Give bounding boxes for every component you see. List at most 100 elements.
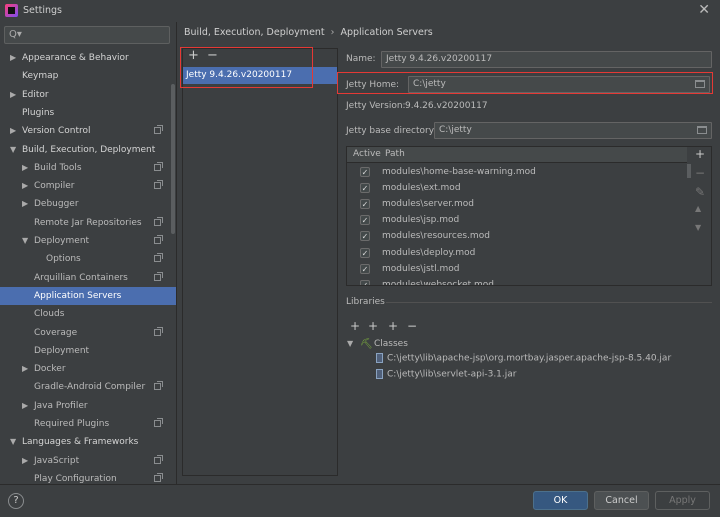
- sidebar-item[interactable]: Coverage: [0, 324, 176, 342]
- sidebar-item[interactable]: Keymap: [0, 67, 176, 85]
- module-path: modules\jstl.mod: [382, 263, 460, 274]
- sidebar-scrollbar[interactable]: [171, 84, 175, 234]
- chevron-right-icon[interactable]: ▶: [22, 452, 28, 470]
- close-icon[interactable]: ✕: [698, 2, 710, 18]
- settings-search-input[interactable]: Q▾: [4, 26, 170, 44]
- active-checkbox[interactable]: ✓: [360, 167, 370, 177]
- sidebar-item[interactable]: ▶ Build Tools: [0, 159, 176, 177]
- add-native-button[interactable]: +: [388, 319, 398, 333]
- sidebar-item[interactable]: Required Plugins: [0, 415, 176, 433]
- table-row[interactable]: ✓ modules\jstl.mod: [347, 261, 687, 277]
- chevron-right-icon[interactable]: ▶: [22, 397, 28, 415]
- modules-side-toolbar: + − ✎ ▲ ▼: [687, 147, 711, 285]
- sidebar-item[interactable]: ▶ Docker: [0, 360, 176, 378]
- folder-browse-icon[interactable]: [697, 126, 707, 134]
- table-row[interactable]: ✓ modules\home-base-warning.mod: [347, 164, 687, 180]
- active-checkbox[interactable]: ✓: [360, 215, 370, 226]
- sidebar-item-label: Clouds: [34, 309, 65, 320]
- sidebar-item[interactable]: Clouds: [0, 305, 176, 323]
- sidebar-item[interactable]: ▶ Editor: [0, 86, 176, 104]
- sidebar-item[interactable]: Plugins: [0, 104, 176, 122]
- sidebar-item[interactable]: ▶ Java Profiler: [0, 397, 176, 415]
- sidebar-item[interactable]: Options: [0, 250, 176, 268]
- active-checkbox[interactable]: ✓: [360, 231, 370, 242]
- ok-button[interactable]: OK: [533, 491, 588, 510]
- sidebar-item[interactable]: ▼ Languages & Frameworks: [0, 433, 176, 451]
- sidebar-item-label: Arquillian Containers: [34, 272, 128, 283]
- add-jar-button[interactable]: +: [368, 319, 378, 333]
- sidebar-item-label: Coverage: [34, 327, 78, 338]
- sidebar-item[interactable]: Remote Jar Repositories: [0, 214, 176, 232]
- apply-button[interactable]: Apply: [655, 491, 710, 510]
- sidebar-item[interactable]: Gradle-Android Compiler: [0, 378, 176, 396]
- table-row[interactable]: ✓ modules\jsp.mod: [347, 212, 687, 228]
- chevron-right-icon[interactable]: ▶: [10, 122, 16, 140]
- sidebar-item[interactable]: ▶ Version Control: [0, 122, 176, 140]
- module-path: modules\ext.mod: [382, 183, 461, 194]
- breadcrumb-parent[interactable]: Build, Execution, Deployment: [184, 27, 325, 38]
- chevron-right-icon[interactable]: ▶: [22, 177, 28, 195]
- active-checkbox[interactable]: ✓: [360, 183, 370, 194]
- search-icon: Q▾: [9, 29, 22, 40]
- title-bar: Settings ✕: [0, 0, 720, 22]
- table-row[interactable]: ✓ modules\deploy.mod: [347, 245, 687, 261]
- active-checkbox[interactable]: ✓: [360, 279, 370, 285]
- remove-module-button[interactable]: −: [695, 166, 705, 180]
- sidebar-item[interactable]: Deployment: [0, 342, 176, 360]
- splitter[interactable]: [176, 22, 177, 484]
- window-title: Settings: [23, 5, 62, 16]
- sidebar-item[interactable]: ▶ JavaScript: [0, 452, 176, 470]
- active-checkbox[interactable]: ✓: [360, 199, 370, 210]
- chevron-right-icon[interactable]: ▶: [22, 159, 28, 177]
- chevron-down-icon[interactable]: ▼: [10, 141, 16, 159]
- table-row[interactable]: ✓ modules\websocket.mod: [347, 277, 687, 285]
- remove-library-button[interactable]: −: [407, 319, 417, 333]
- active-checkbox[interactable]: ✓: [360, 263, 370, 274]
- jar-list-item[interactable]: C:\jetty\lib\apache-jsp\org.mortbay.jasp…: [376, 353, 671, 364]
- sidebar-item[interactable]: ▼ Build, Execution, Deployment: [0, 141, 176, 159]
- sidebar-item[interactable]: ▼ Deployment: [0, 232, 176, 250]
- project-level-icon: [154, 326, 163, 336]
- sidebar-item[interactable]: ▶ Appearance & Behavior: [0, 49, 176, 67]
- libraries-separator: [386, 302, 712, 303]
- chevron-right-icon[interactable]: ▶: [22, 195, 28, 213]
- sidebar-item[interactable]: ▶ Compiler: [0, 177, 176, 195]
- table-row[interactable]: ✓ modules\server.mod: [347, 196, 687, 212]
- move-up-button[interactable]: ▲: [695, 204, 701, 213]
- chevron-down-icon[interactable]: ▼: [347, 339, 353, 348]
- highlight-box-server-list: [180, 47, 313, 88]
- edit-module-button[interactable]: ✎: [695, 185, 705, 199]
- sidebar-item[interactable]: ▶ Debugger: [0, 195, 176, 213]
- modules-table-header: Active Path: [347, 147, 687, 163]
- chevron-down-icon[interactable]: ▼: [22, 232, 28, 250]
- sidebar-item-label: Keymap: [22, 71, 59, 82]
- column-path[interactable]: Path: [385, 149, 405, 159]
- sidebar-item-label: Application Servers: [34, 290, 122, 301]
- sidebar-item-label: Gradle-Android Compiler: [34, 382, 146, 393]
- name-field[interactable]: Jetty 9.4.26.v20200117: [381, 51, 712, 68]
- table-row[interactable]: ✓ modules\resources.mod: [347, 228, 687, 244]
- sidebar-item-label: JavaScript: [34, 455, 80, 466]
- jetty-base-field[interactable]: C:\jetty: [434, 122, 712, 139]
- module-path: modules\deploy.mod: [382, 247, 476, 258]
- column-active[interactable]: Active: [353, 149, 381, 159]
- sidebar-item[interactable]: Application Servers: [0, 286, 176, 305]
- add-library-button[interactable]: +: [350, 319, 360, 333]
- cancel-button[interactable]: Cancel: [594, 491, 649, 510]
- jar-list-item[interactable]: C:\jetty\lib\servlet-api-3.1.jar: [376, 369, 516, 380]
- classes-root-icon: ⛏: [360, 339, 373, 350]
- sidebar-item-label: Plugins: [22, 107, 55, 118]
- module-path: modules\jsp.mod: [382, 215, 460, 226]
- active-checkbox[interactable]: ✓: [360, 247, 370, 258]
- chevron-right-icon[interactable]: ▶: [10, 49, 16, 67]
- chevron-right-icon[interactable]: ▶: [10, 86, 16, 104]
- sidebar-item[interactable]: Arquillian Containers: [0, 269, 176, 287]
- help-icon[interactable]: ?: [8, 493, 24, 509]
- add-module-button[interactable]: +: [695, 147, 705, 161]
- chevron-right-icon[interactable]: ▶: [22, 360, 28, 378]
- chevron-down-icon[interactable]: ▼: [10, 433, 16, 451]
- jetty-version-label: Jetty Version:: [346, 101, 406, 111]
- classes-label[interactable]: Classes: [374, 339, 408, 349]
- move-down-button[interactable]: ▼: [695, 223, 701, 232]
- table-row[interactable]: ✓ modules\ext.mod: [347, 180, 687, 196]
